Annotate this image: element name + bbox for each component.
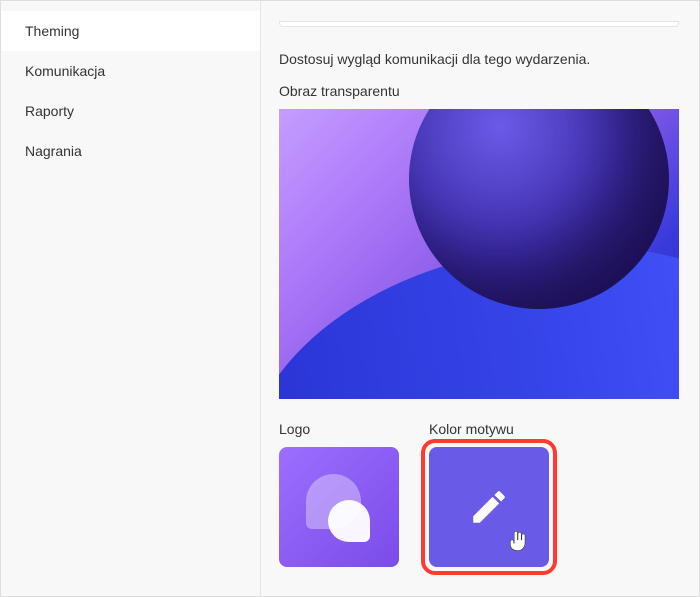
app-container: Theming Komunikacja Raporty Nagrania Dos… <box>0 0 700 597</box>
sidebar-item-nagrania[interactable]: Nagrania <box>1 131 260 171</box>
banner-image[interactable] <box>279 109 679 399</box>
main-content: Dostosuj wygląd komunikacji dla tego wyd… <box>261 1 699 596</box>
hand-cursor-icon <box>505 529 531 555</box>
theme-color-tile[interactable] <box>429 447 549 567</box>
page-description: Dostosuj wygląd komunikacji dla tego wyd… <box>279 51 679 67</box>
chat-bubble-icon <box>304 472 374 542</box>
logo-column: Logo <box>279 421 399 575</box>
sidebar-item-theming[interactable]: Theming <box>1 11 260 51</box>
logo-tile[interactable] <box>279 447 399 567</box>
top-panel-edge <box>279 21 679 27</box>
sidebar-item-raporty[interactable]: Raporty <box>1 91 260 131</box>
tiles-row: Logo Kolor motywu <box>279 421 679 575</box>
banner-label: Obraz transparentu <box>279 83 679 99</box>
logo-label: Logo <box>279 421 399 437</box>
highlight-outline <box>421 439 557 575</box>
pencil-icon <box>468 486 510 528</box>
sidebar-item-komunikacja[interactable]: Komunikacja <box>1 51 260 91</box>
sidebar: Theming Komunikacja Raporty Nagrania <box>1 1 261 596</box>
theme-color-column: Kolor motywu <box>429 421 557 575</box>
theme-color-label: Kolor motywu <box>429 421 557 437</box>
